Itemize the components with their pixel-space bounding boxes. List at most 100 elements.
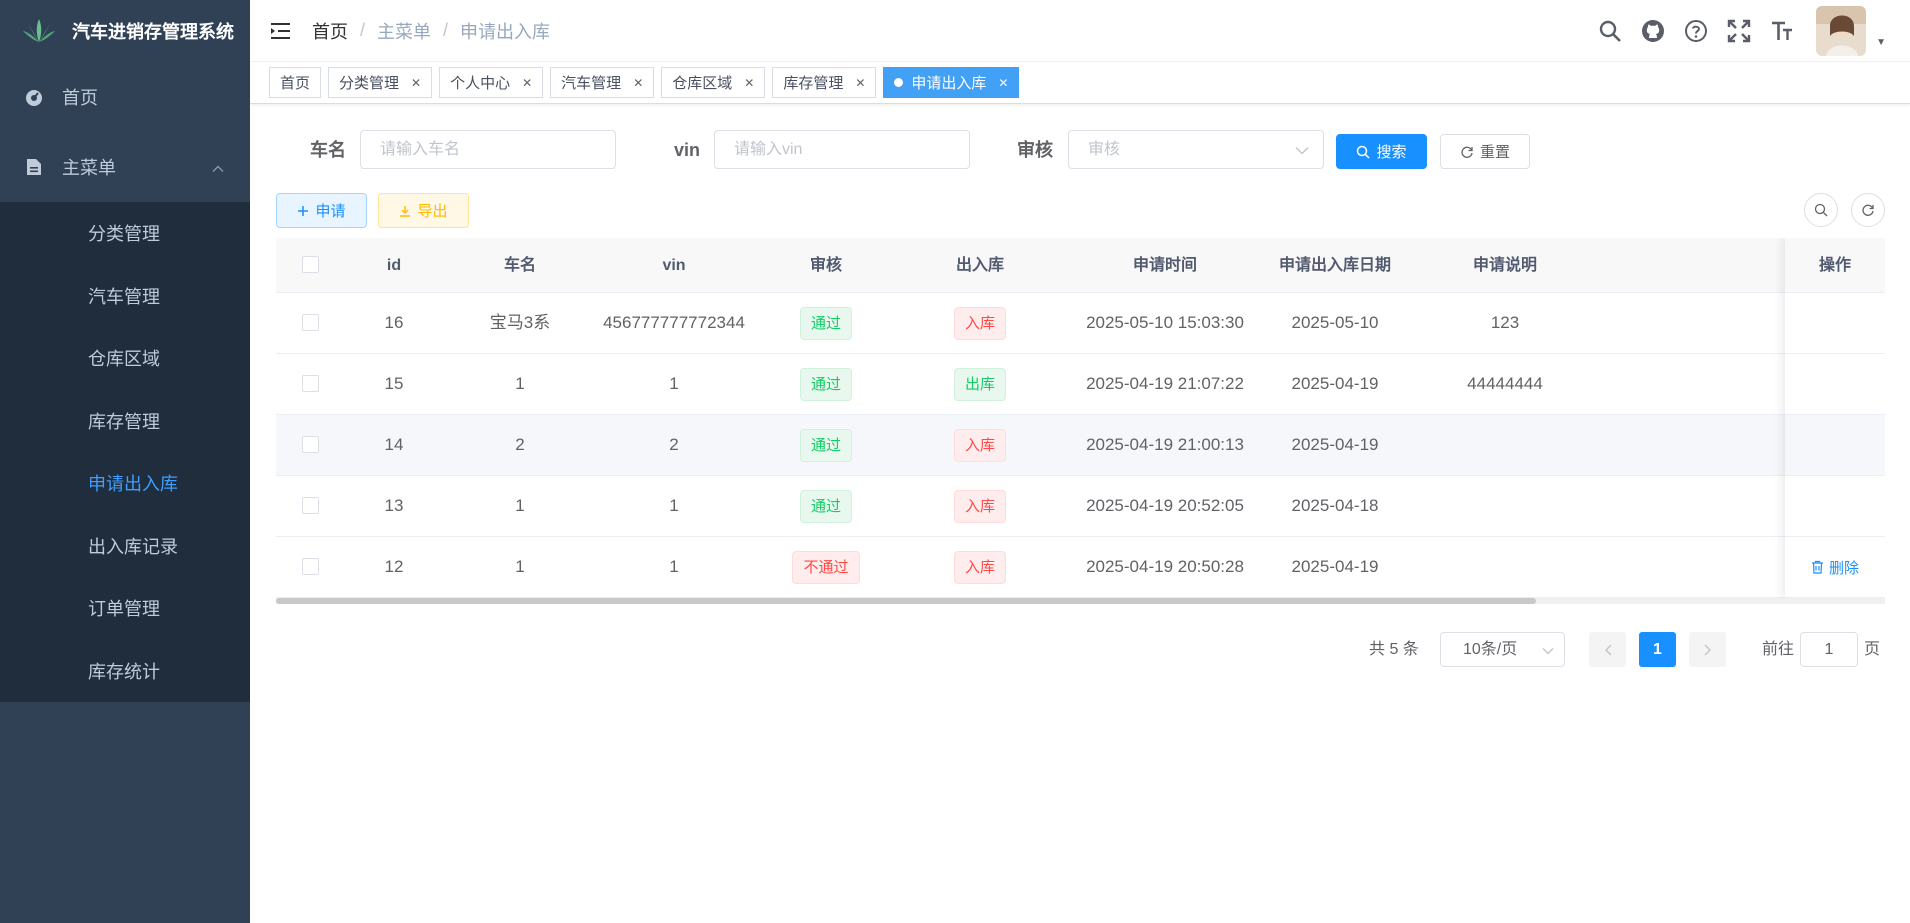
status-badge: 入库 [953, 490, 1006, 524]
column-header-note[interactable]: 申请说明 [1400, 238, 1610, 293]
export-button[interactable]: 导出 [378, 193, 469, 228]
status-badge: 入库 [953, 307, 1006, 341]
sidebar-item-cars[interactable]: 汽车管理 [0, 265, 250, 328]
cell-apply-date: 2025-04-19 [1291, 435, 1379, 454]
delete-button[interactable]: 删除 [1811, 557, 1859, 578]
close-icon[interactable]: ✕ [633, 76, 643, 90]
table-row[interactable]: 14 2 2 通过 入库 2025-04-19 21:00:13 2025-04… [276, 415, 1885, 476]
sidebar-item-apply-io[interactable]: 申请出入库 [0, 452, 250, 515]
delete-button-label: 删除 [1828, 559, 1859, 577]
breadcrumb-current: 申请出入库 [460, 21, 551, 42]
search-button[interactable]: 搜索 [1336, 134, 1427, 169]
status-badge: 通过 [799, 490, 852, 524]
hamburger-icon[interactable] [270, 20, 292, 42]
row-checkbox[interactable] [302, 375, 319, 392]
page-size-select[interactable]: 10条/页 [1440, 632, 1565, 667]
table-row[interactable]: 13 1 1 通过 入库 2025-04-19 20:52:05 2025-04… [276, 476, 1885, 537]
sidebar-item-inventory[interactable]: 库存管理 [0, 390, 250, 453]
vin-input[interactable]: 请输入vin [714, 130, 970, 169]
tag-cars[interactable]: 汽车管理 ✕ [550, 67, 655, 98]
close-icon[interactable]: ✕ [744, 76, 754, 90]
active-dot-icon [894, 78, 904, 87]
close-icon[interactable]: ✕ [522, 76, 532, 90]
column-header-apply-time[interactable]: 申请时间 [1060, 238, 1270, 293]
sidebar-menu-main[interactable]: 主菜单 [0, 132, 250, 202]
prev-page-button[interactable] [1589, 632, 1626, 667]
select-all-checkbox[interactable] [302, 256, 319, 273]
tag-category[interactable]: 分类管理 ✕ [328, 67, 433, 98]
row-checkbox[interactable] [302, 314, 319, 331]
breadcrumb-separator: / [443, 20, 449, 40]
audit-select[interactable]: 审核 [1068, 130, 1324, 169]
breadcrumb-home[interactable]: 首页 [312, 18, 348, 44]
avatar[interactable] [1816, 6, 1867, 56]
tag-label: 申请出入库 [911, 75, 987, 92]
tag-profile[interactable]: 个人中心 ✕ [439, 67, 544, 98]
tag-apply-io[interactable]: 申请出入库 ✕ [883, 67, 1020, 98]
column-header-apply-date[interactable]: 申请出入库日期 [1270, 238, 1400, 293]
pagination: 共 5 条 10条/页 1 前往 1 页 [250, 632, 1910, 667]
scrollbar-thumb[interactable] [276, 598, 1536, 604]
next-page-button[interactable] [1689, 632, 1726, 667]
table-row[interactable]: 15 1 1 通过 出库 2025-04-19 21:07:22 2025-04… [276, 354, 1885, 415]
tag-label: 个人中心 [450, 75, 511, 92]
column-header-id[interactable]: id [344, 238, 444, 293]
search-icon[interactable] [1597, 18, 1623, 44]
close-icon[interactable]: ✕ [411, 76, 421, 90]
refresh-table-button[interactable] [1851, 193, 1885, 227]
search-icon [1814, 203, 1828, 217]
horizontal-scrollbar[interactable] [276, 598, 1885, 604]
apply-button[interactable]: 申请 [276, 193, 367, 228]
page-size-value: 10条/页 [1463, 641, 1518, 658]
trash-icon [1811, 560, 1823, 574]
table-row[interactable]: 16 宝马3系 456777777772344 通过 入库 2025-05-10… [276, 293, 1885, 354]
page-number-active[interactable]: 1 [1639, 632, 1676, 667]
font-size-icon[interactable] [1769, 18, 1795, 44]
column-header-io[interactable]: 出入库 [900, 238, 1060, 293]
cell-id: 14 [384, 435, 404, 454]
submenu: 分类管理 汽车管理 仓库区域 库存管理 申请出入库 出入库记录 订单管理 库存统… [0, 202, 250, 702]
sidebar-item-io-records[interactable]: 出入库记录 [0, 515, 250, 578]
cell-apply-time: 2025-04-19 20:50:28 [1086, 557, 1244, 576]
tag-warehouse[interactable]: 仓库区域 ✕ [661, 67, 766, 98]
sidebar-item-label: 分类管理 [88, 224, 160, 245]
sidebar-item-warehouse[interactable]: 仓库区域 [0, 327, 250, 390]
sidebar-item-orders[interactable]: 订单管理 [0, 577, 250, 640]
help-icon[interactable] [1683, 18, 1709, 44]
cell-apply-time: 2025-05-10 15:03:30 [1086, 313, 1244, 332]
cell-io: 入库 [900, 293, 1060, 353]
sidebar-item-label: 汽车管理 [88, 286, 160, 307]
row-checkbox[interactable] [302, 436, 319, 453]
close-icon[interactable]: ✕ [855, 76, 865, 90]
tags-view: 首页 分类管理 ✕ 个人中心 ✕ 汽车管理 ✕ 仓库区域 ✕ 库存管理 ✕ 申请出入库 ✕ [250, 62, 1910, 104]
row-checkbox[interactable] [302, 558, 319, 575]
row-checkbox[interactable] [302, 497, 319, 514]
github-icon[interactable] [1640, 18, 1666, 44]
goto-page-input[interactable]: 1 [1800, 632, 1858, 667]
column-header-audit[interactable]: 审核 [752, 238, 900, 293]
cell-note [1400, 476, 1610, 536]
tag-inventory[interactable]: 库存管理 ✕ [772, 67, 877, 98]
toggle-search-button[interactable] [1804, 193, 1838, 227]
table-row[interactable]: 12 1 1 不通过 入库 2025-04-19 20:50:28 2025-0… [276, 537, 1885, 598]
close-icon[interactable]: ✕ [998, 76, 1008, 90]
breadcrumb-separator: / [360, 20, 366, 40]
car-name-input[interactable]: 请输入车名 [360, 130, 616, 169]
table-header: id 车名 vin 审核 出入库 申请时间 申请出入库日期 申请说明 [276, 238, 1885, 293]
tag-home[interactable]: 首页 [269, 67, 322, 98]
caret-down-icon[interactable]: ▼ [1876, 37, 1886, 48]
download-icon [400, 205, 411, 217]
status-badge: 入库 [953, 551, 1006, 585]
sidebar-item-stats[interactable]: 库存统计 [0, 640, 250, 703]
reset-button[interactable]: 重置 [1440, 134, 1530, 169]
fullscreen-icon[interactable] [1726, 18, 1752, 44]
sidebar-item-home[interactable]: 首页 [0, 62, 250, 132]
operations-cell [1785, 476, 1885, 537]
column-header-vin[interactable]: vin [596, 238, 752, 293]
plus-icon [298, 205, 309, 216]
status-badge: 入库 [953, 429, 1006, 463]
sidebar-item-category[interactable]: 分类管理 [0, 202, 250, 265]
column-header-name[interactable]: 车名 [444, 238, 596, 293]
cell-id: 12 [384, 557, 404, 576]
sidebar-menu-label: 主菜单 [62, 158, 116, 178]
